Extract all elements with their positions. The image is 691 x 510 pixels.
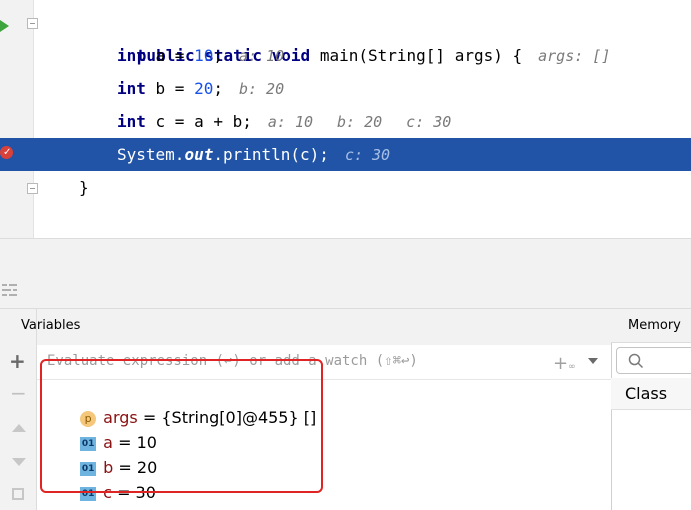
- variables-header: [37, 309, 611, 346]
- memory-search-input[interactable]: [616, 347, 691, 374]
- variables-side-toolbar: [0, 309, 37, 510]
- code-line-2[interactable]: int a = 10; a: 10: [0, 39, 691, 72]
- code-line-4[interactable]: int c = a + b; a: 10 b: 20 c: 30: [0, 105, 691, 138]
- tab-memory[interactable]: Memory: [611, 309, 691, 343]
- up-arrow-icon[interactable]: [12, 424, 26, 432]
- plus-icon[interactable]: +: [9, 349, 26, 373]
- code-line-5-current[interactable]: ✓ System.out.println(c); c: 30: [0, 138, 691, 171]
- memory-class-header[interactable]: Class: [611, 378, 691, 410]
- breakpoint-icon[interactable]: ✓: [0, 146, 13, 159]
- fold-icon[interactable]: [27, 18, 38, 29]
- inline-hint-b: b: 20: [238, 80, 285, 98]
- code-line-3[interactable]: int b = 20; b: 20: [0, 72, 691, 105]
- inline-hint-c: c: 30: [406, 113, 452, 131]
- fold-icon[interactable]: [27, 183, 38, 194]
- search-icon: [628, 353, 644, 369]
- copy-icon[interactable]: [12, 488, 24, 500]
- variables-title: Variables: [21, 318, 81, 333]
- inline-hint-c2: c: 30: [344, 146, 391, 164]
- inline-hint-b2: b: 20: [337, 113, 383, 131]
- dropdown-icon[interactable]: [588, 358, 598, 364]
- add-watch-icon[interactable]: +∞: [553, 353, 576, 374]
- editor-bottom-area: [0, 238, 691, 274]
- down-arrow-icon[interactable]: [12, 458, 26, 466]
- code-line-1[interactable]: public static void main(String[] args) {…: [0, 6, 691, 65]
- run-icon[interactable]: [0, 20, 9, 32]
- code-editor[interactable]: public static void main(String[] args) {…: [0, 0, 691, 238]
- minus-icon[interactable]: −: [10, 381, 27, 405]
- inline-hint-a2: a: 10: [267, 113, 314, 131]
- debug-toolbar-strip: [0, 273, 691, 309]
- code-line-6[interactable]: }: [0, 171, 691, 204]
- annotation-highlight-box: [40, 359, 323, 493]
- layout-icon[interactable]: [2, 283, 17, 297]
- inline-hint-a: a: 10: [238, 47, 285, 65]
